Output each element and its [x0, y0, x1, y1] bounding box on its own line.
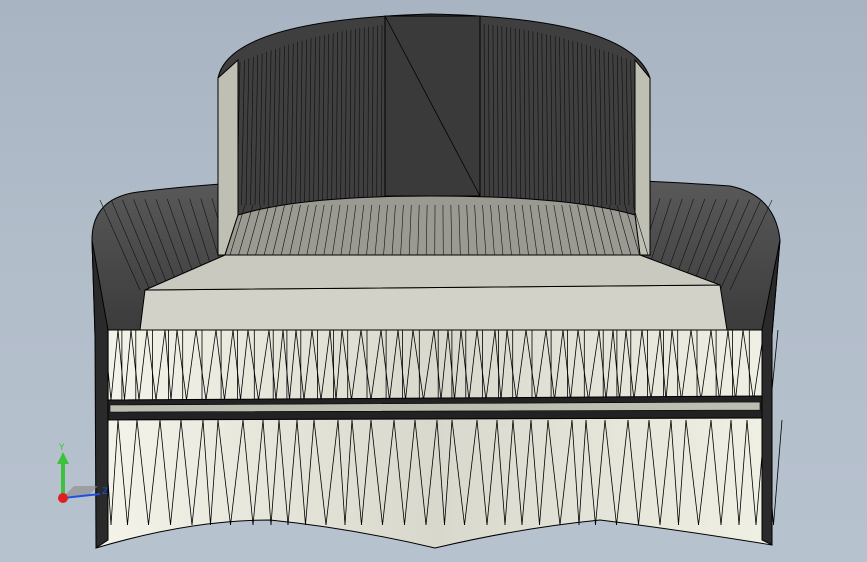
x-axis-dot — [58, 493, 68, 503]
recess-step — [144, 254, 721, 291]
boss-right-side — [634, 58, 651, 256]
lower-band — [95, 417, 773, 549]
cad-model[interactable] — [0, 0, 867, 562]
y-axis-head — [57, 452, 69, 464]
axis-triad: Y Z — [40, 440, 120, 510]
graphics-viewport[interactable]: Y Z — [0, 0, 867, 562]
recess-floor — [139, 284, 728, 331]
z-axis-label: Z — [102, 487, 109, 497]
y-axis-label: Y — [59, 443, 65, 453]
triad-arrows — [57, 452, 101, 503]
